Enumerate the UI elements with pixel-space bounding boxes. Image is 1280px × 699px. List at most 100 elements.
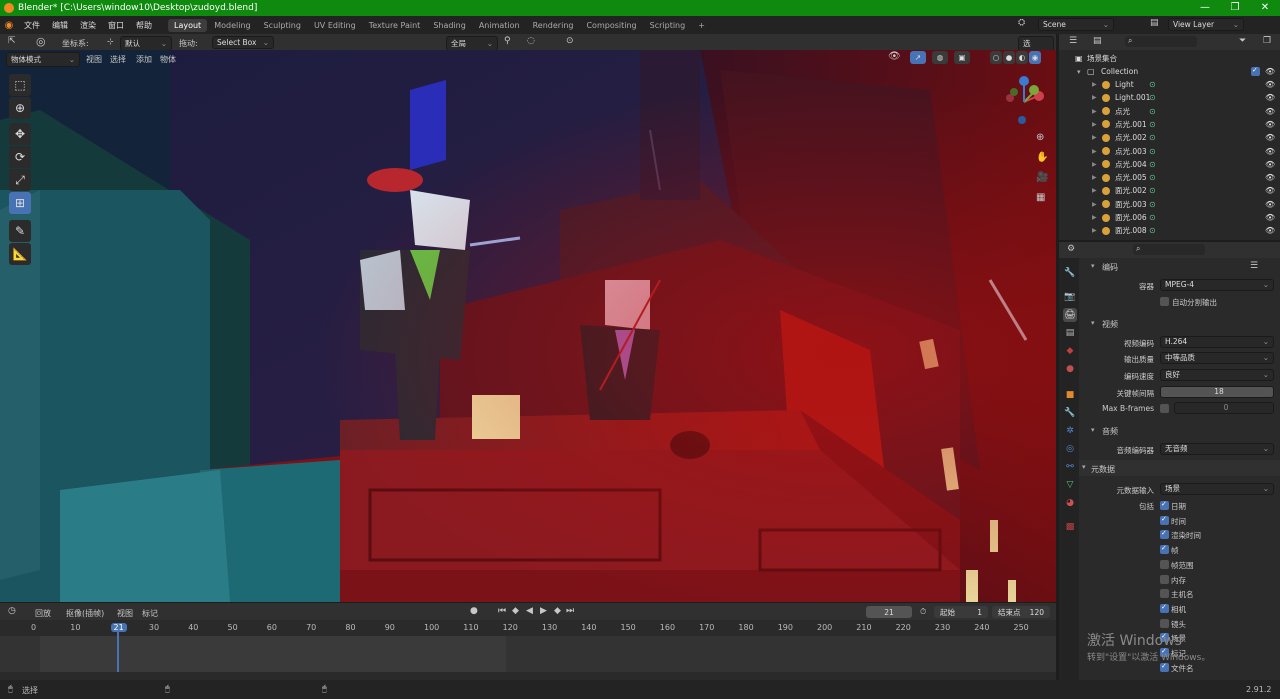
shading-solid-icon[interactable]: ●	[1003, 51, 1015, 64]
maximize-button[interactable]: ❐	[1220, 0, 1250, 16]
light-data-icon[interactable]: ⊙	[1149, 213, 1156, 222]
xray-toggle-icon[interactable]: ▣	[954, 51, 970, 64]
snap-icon[interactable]: ⚲	[504, 36, 511, 46]
proportional-falloff-icon[interactable]: ⊙	[566, 36, 574, 46]
eye-icon[interactable]: 👁	[1265, 67, 1275, 76]
viewport-menu-add[interactable]: 添加	[136, 54, 152, 65]
include-checkbox[interactable]	[1160, 603, 1169, 613]
tool-tab-icon[interactable]: 🔧	[1063, 266, 1077, 280]
close-button[interactable]: ✕	[1250, 0, 1280, 16]
start-frame-field[interactable]: 起始 1	[934, 606, 988, 618]
outliner-item[interactable]: ▶ 点光.005 ⊙ 👁	[1059, 171, 1280, 184]
outliner-item[interactable]: ▶ Light.001 ⊙ 👁	[1059, 91, 1280, 104]
select-mode-icon[interactable]: ◎	[36, 35, 46, 48]
eye-icon[interactable]: 👁	[1265, 200, 1275, 209]
light-data-icon[interactable]: ⊙	[1149, 147, 1156, 156]
eye-icon[interactable]: 👁	[1265, 160, 1275, 169]
eye-icon[interactable]: 👁	[1265, 93, 1275, 102]
preset-list-icon[interactable]: ☰	[1250, 261, 1258, 271]
light-data-icon[interactable]: ⊙	[1149, 173, 1156, 182]
properties-search-input[interactable]: ⌕	[1133, 244, 1205, 255]
bframes-field[interactable]: 0	[1174, 402, 1274, 414]
timeline-editor-icon[interactable]: ◷	[8, 606, 16, 616]
filter-icon[interactable]: ⏷	[1239, 36, 1246, 46]
audio-section-title[interactable]: 音频	[1102, 426, 1118, 437]
expand-icon[interactable]: ▶	[1092, 108, 1097, 115]
light-data-icon[interactable]: ⊙	[1149, 133, 1156, 142]
drag-dropdown[interactable]: Select Box	[212, 36, 274, 49]
view-layer-selector[interactable]: View Layer	[1168, 18, 1244, 31]
texture-tab-icon[interactable]: ▩	[1063, 520, 1077, 534]
rotate-tool-icon[interactable]: ⟳	[9, 146, 31, 168]
expand-icon[interactable]: ▶	[1092, 94, 1097, 101]
3d-viewport[interactable]: 物体模式 视图 选择 添加 物体 👁 ↗ ◍ ▣ ○ ● ◐ ◉ ⬚ ⊕ ✥ ⟳…	[0, 50, 1056, 602]
outliner-item[interactable]: ▶ 面光.008 ⊙ 👁	[1059, 224, 1280, 237]
visibility-icon[interactable]: 👁	[888, 51, 901, 62]
expand-icon[interactable]: ▾	[1077, 68, 1081, 76]
outliner-item[interactable]: ▶ 点光.001 ⊙ 👁	[1059, 118, 1280, 131]
outliner-item[interactable]: ▶ 面光.003 ⊙ 👁	[1059, 198, 1280, 211]
encoding-section-title[interactable]: 编码	[1102, 262, 1118, 273]
metadata-section-header[interactable]: ▾ 元数据	[1079, 460, 1280, 476]
viewport-menu-object[interactable]: 物体	[160, 54, 176, 65]
move-tool-icon[interactable]: ✥	[9, 123, 31, 145]
menu-window[interactable]: 窗口	[102, 20, 130, 31]
metadata-input-dropdown[interactable]: 场景	[1160, 483, 1274, 495]
include-checkbox[interactable]	[1160, 529, 1169, 540]
record-icon[interactable]: ●	[470, 606, 478, 616]
expand-icon[interactable]: ▶	[1092, 148, 1097, 155]
light-data-icon[interactable]: ⊙	[1149, 200, 1156, 209]
include-checkbox[interactable]	[1160, 544, 1169, 555]
current-frame-field[interactable]: 21	[866, 606, 912, 618]
timeline-menu-view[interactable]: 视图	[117, 608, 133, 619]
shading-material-icon[interactable]: ◐	[1016, 51, 1028, 64]
tab-shading[interactable]: Shading	[427, 19, 472, 32]
eye-icon[interactable]: 👁	[1265, 133, 1275, 142]
eye-icon[interactable]: 👁	[1265, 226, 1275, 235]
add-workspace-icon[interactable]: +	[692, 19, 711, 32]
measure-tool-icon[interactable]: 📐	[9, 243, 31, 265]
pan-hand-icon[interactable]: ✋	[1036, 152, 1048, 163]
container-dropdown[interactable]: MPEG-4	[1160, 279, 1274, 291]
viewport-menu-select[interactable]: 选择	[110, 54, 126, 65]
include-checkbox[interactable]	[1160, 559, 1169, 569]
outliner-item[interactable]: ▶ 点光.002 ⊙ 👁	[1059, 131, 1280, 144]
coord-dropdown[interactable]: 默认	[120, 36, 172, 51]
light-data-icon[interactable]: ⊙	[1149, 80, 1156, 89]
outliner-collection[interactable]: ▾ ▢ Collection 👁	[1059, 65, 1280, 78]
menu-edit[interactable]: 编辑	[46, 20, 74, 31]
outliner-editor-icon[interactable]: ☰	[1069, 36, 1077, 46]
shading-wireframe-icon[interactable]: ○	[990, 51, 1002, 64]
select-box-tool-icon[interactable]: ⬚	[9, 74, 31, 96]
include-checkbox[interactable]	[1160, 574, 1169, 584]
clock-icon[interactable]: ⏱	[920, 607, 926, 617]
light-data-icon[interactable]: ⊙	[1149, 160, 1156, 169]
include-checkbox[interactable]	[1160, 515, 1169, 525]
tab-compositing[interactable]: Compositing	[580, 19, 642, 32]
expand-icon[interactable]: ▶	[1092, 161, 1097, 168]
outliner-scene-collection[interactable]: ▣ 场景集合	[1059, 52, 1280, 65]
quality-dropdown[interactable]: 中等品质	[1160, 352, 1274, 364]
menu-help[interactable]: 帮助	[130, 20, 158, 31]
expand-icon[interactable]: ▶	[1092, 187, 1097, 194]
play-icon[interactable]: ▶	[540, 606, 547, 616]
minimize-button[interactable]: —	[1190, 0, 1220, 16]
scale-tool-icon[interactable]: ⤢	[9, 169, 31, 191]
outliner-item[interactable]: ▶ Light ⊙ 👁	[1059, 78, 1280, 91]
tab-scripting[interactable]: Scripting	[644, 19, 692, 32]
blender-menu-icon[interactable]: ◉	[0, 20, 18, 31]
mode-dropdown[interactable]: 物体模式	[6, 52, 80, 67]
expand-icon[interactable]: ▶	[1092, 121, 1097, 128]
outliner-item[interactable]: ▶ 点光.004 ⊙ 👁	[1059, 158, 1280, 171]
keyframe-field[interactable]: 18	[1160, 386, 1274, 398]
transform-pivot-dropdown[interactable]: 全局	[446, 36, 498, 51]
output-tab-icon[interactable]: 🖨	[1063, 308, 1077, 322]
constraints-tab-icon[interactable]: ⚯	[1063, 460, 1077, 474]
annotate-tool-icon[interactable]: ✎	[9, 220, 31, 242]
codec-dropdown[interactable]: H.264	[1160, 336, 1274, 348]
outliner-item[interactable]: ▶ 面光.006 ⊙ 👁	[1059, 211, 1280, 224]
eye-icon[interactable]: 👁	[1265, 147, 1275, 156]
autosplit-checkbox[interactable]	[1160, 297, 1169, 306]
expand-icon[interactable]: ▶	[1092, 227, 1097, 234]
menu-file[interactable]: 文件	[18, 20, 46, 31]
